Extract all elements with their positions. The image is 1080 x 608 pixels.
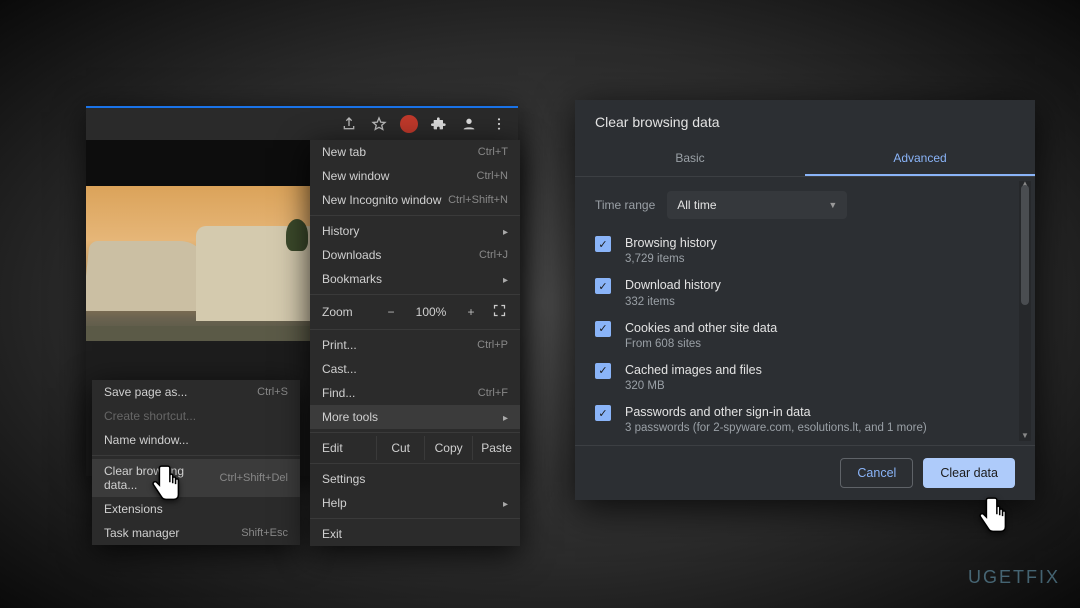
- extension-adblock-icon[interactable]: [400, 115, 418, 133]
- browser-toolbar: [86, 108, 518, 140]
- menu-help[interactable]: Help: [310, 491, 520, 515]
- pointer-cursor-icon: [975, 495, 1013, 543]
- menu-settings[interactable]: Settings: [310, 467, 520, 491]
- menu-new-window[interactable]: New windowCtrl+N: [310, 164, 520, 188]
- zoom-in-button[interactable]: +: [462, 305, 480, 319]
- caret-down-icon: ▼: [828, 200, 837, 210]
- star-icon[interactable]: [370, 115, 388, 133]
- watermark: UGETFIX: [968, 567, 1060, 588]
- extensions-icon[interactable]: [430, 115, 448, 133]
- scrollbar[interactable]: ▲ ▼: [1019, 181, 1031, 441]
- menu-exit[interactable]: Exit: [310, 522, 520, 546]
- zoom-percent: 100%: [410, 305, 452, 319]
- submenu-name-window[interactable]: Name window...: [92, 428, 300, 452]
- edit-paste[interactable]: Paste: [472, 436, 520, 460]
- kebab-menu-icon[interactable]: [490, 115, 508, 133]
- submenu-save-page[interactable]: Save page as...Ctrl+S: [92, 380, 300, 404]
- menu-cast[interactable]: Cast...: [310, 357, 520, 381]
- submenu-clear-browsing-data[interactable]: Clear browsing data...Ctrl+Shift+Del: [92, 459, 300, 497]
- menu-history[interactable]: History: [310, 219, 520, 243]
- pointer-cursor-icon: [148, 463, 186, 511]
- menu-edit-row: Edit Cut Copy Paste: [310, 436, 520, 460]
- menu-downloads[interactable]: DownloadsCtrl+J: [310, 243, 520, 267]
- profile-icon[interactable]: [460, 115, 478, 133]
- scroll-down-icon[interactable]: ▼: [1019, 431, 1031, 443]
- menu-new-tab[interactable]: New tabCtrl+T: [310, 140, 520, 164]
- submenu-extensions[interactable]: Extensions: [92, 497, 300, 521]
- tab-basic[interactable]: Basic: [575, 142, 805, 176]
- checkbox-icon[interactable]: ✓: [595, 405, 611, 421]
- chrome-main-menu: New tabCtrl+T New windowCtrl+N New Incog…: [310, 140, 520, 546]
- menu-print[interactable]: Print...Ctrl+P: [310, 333, 520, 357]
- checkbox-icon[interactable]: ✓: [595, 236, 611, 252]
- edit-copy[interactable]: Copy: [424, 436, 472, 460]
- check-cookies[interactable]: ✓ Cookies and other site dataFrom 608 si…: [595, 320, 1015, 350]
- menu-incognito[interactable]: New Incognito windowCtrl+Shift+N: [310, 188, 520, 212]
- zoom-out-button[interactable]: −: [382, 305, 400, 319]
- dialog-title: Clear browsing data: [575, 114, 1035, 142]
- menu-bookmarks[interactable]: Bookmarks: [310, 267, 520, 291]
- check-download-history[interactable]: ✓ Download history332 items: [595, 277, 1015, 307]
- time-range-select[interactable]: All time ▼: [667, 191, 847, 219]
- check-cache[interactable]: ✓ Cached images and files320 MB: [595, 362, 1015, 392]
- time-range-label: Time range: [595, 198, 655, 212]
- submenu-task-manager[interactable]: Task managerShift+Esc: [92, 521, 300, 545]
- clear-data-button[interactable]: Clear data: [923, 458, 1015, 488]
- scrollbar-thumb[interactable]: [1021, 185, 1029, 305]
- cancel-button[interactable]: Cancel: [840, 458, 913, 488]
- checkbox-icon[interactable]: ✓: [595, 321, 611, 337]
- clear-browsing-data-dialog: Clear browsing data Basic Advanced Time …: [575, 100, 1035, 500]
- menu-zoom: Zoom − 100% +: [310, 298, 520, 326]
- dialog-tabs: Basic Advanced: [575, 142, 1035, 177]
- checkbox-icon[interactable]: ✓: [595, 363, 611, 379]
- share-icon[interactable]: [340, 115, 358, 133]
- submenu-create-shortcut: Create shortcut...: [92, 404, 300, 428]
- tab-advanced[interactable]: Advanced: [805, 142, 1035, 176]
- menu-find[interactable]: Find...Ctrl+F: [310, 381, 520, 405]
- menu-more-tools[interactable]: More tools: [310, 405, 520, 429]
- check-browsing-history[interactable]: ✓ Browsing history3,729 items: [595, 235, 1015, 265]
- edit-cut[interactable]: Cut: [376, 436, 424, 460]
- checkbox-icon[interactable]: ✓: [595, 278, 611, 294]
- fullscreen-icon[interactable]: [490, 303, 508, 321]
- more-tools-submenu: Save page as...Ctrl+S Create shortcut...…: [92, 380, 300, 545]
- check-passwords[interactable]: ✓ Passwords and other sign-in data3 pass…: [595, 404, 1015, 434]
